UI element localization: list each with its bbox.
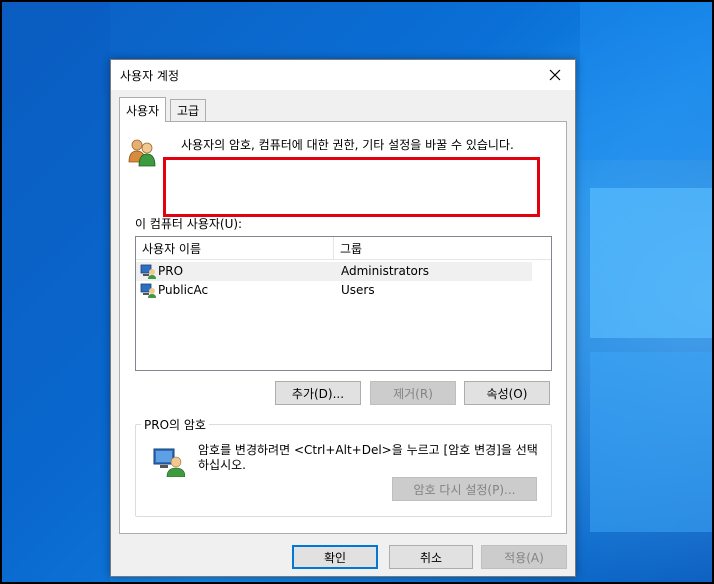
column-header-username[interactable]: 사용자 이름	[136, 237, 334, 260]
tab-label: 사용자	[126, 103, 160, 118]
password-change-instructions: 암호를 변경하려면 <Ctrl+Alt+Del>을 누르고 [암호 변경]을 선…	[198, 443, 538, 472]
table-row[interactable]: PublicAc Users	[136, 281, 532, 300]
wallpaper-pane	[590, 188, 714, 338]
cancel-button[interactable]: 취소	[389, 545, 473, 569]
reset-password-button[interactable]: 암호 다시 설정(P)...	[392, 477, 537, 501]
cell-group: Users	[341, 283, 375, 297]
column-header-label: 사용자 이름	[142, 242, 202, 256]
column-header-label: 그룹	[340, 242, 363, 256]
cell-group: Administrators	[341, 264, 430, 278]
user-account-icon	[140, 264, 156, 279]
password-group-title: PRO의 암호	[141, 416, 209, 433]
users-listview[interactable]: 사용자 이름 그룹 PRO Administrators PublicAc Us…	[135, 236, 552, 371]
tab-advanced[interactable]: 고급	[170, 99, 207, 121]
cell-username: PublicAc	[158, 283, 209, 297]
remove-user-button[interactable]: 제거(R)	[370, 381, 456, 405]
tab-label: 고급	[177, 104, 200, 118]
user-account-icon	[140, 283, 156, 298]
table-row[interactable]: PRO Administrators	[136, 262, 532, 281]
cell-username: PRO	[158, 264, 184, 278]
title-bar[interactable]: 사용자 계정	[111, 60, 575, 90]
user-accounts-dialog: 사용자 계정 사용자 고급 사용자의 암호, 컴퓨터에 대한 권한, 기타 설정…	[110, 59, 576, 577]
dialog-title: 사용자 계정	[120, 69, 180, 83]
intro-description: 사용자의 암호, 컴퓨터에 대한 권한, 기타 설정을 바꿀 수 있습니다.	[181, 138, 514, 152]
ok-button[interactable]: 확인	[292, 545, 378, 569]
highlight-box	[163, 157, 540, 217]
tab-users[interactable]: 사용자	[119, 97, 167, 122]
listview-header: 사용자 이름 그룹	[136, 237, 551, 260]
users-list-label: 이 컴퓨터 사용자(U):	[135, 217, 243, 231]
properties-button[interactable]: 속성(O)	[464, 381, 550, 405]
wallpaper-pane	[0, 0, 110, 584]
add-user-button[interactable]: 추가(D)...	[275, 381, 361, 405]
close-icon	[549, 69, 561, 81]
apply-button[interactable]: 적용(A)	[481, 545, 567, 569]
wallpaper-pane	[580, 0, 714, 160]
computer-user-icon	[153, 448, 185, 477]
users-icon	[128, 139, 156, 167]
close-button[interactable]	[535, 60, 575, 90]
column-header-group[interactable]: 그룹	[334, 237, 531, 260]
wallpaper-pane	[590, 352, 714, 532]
